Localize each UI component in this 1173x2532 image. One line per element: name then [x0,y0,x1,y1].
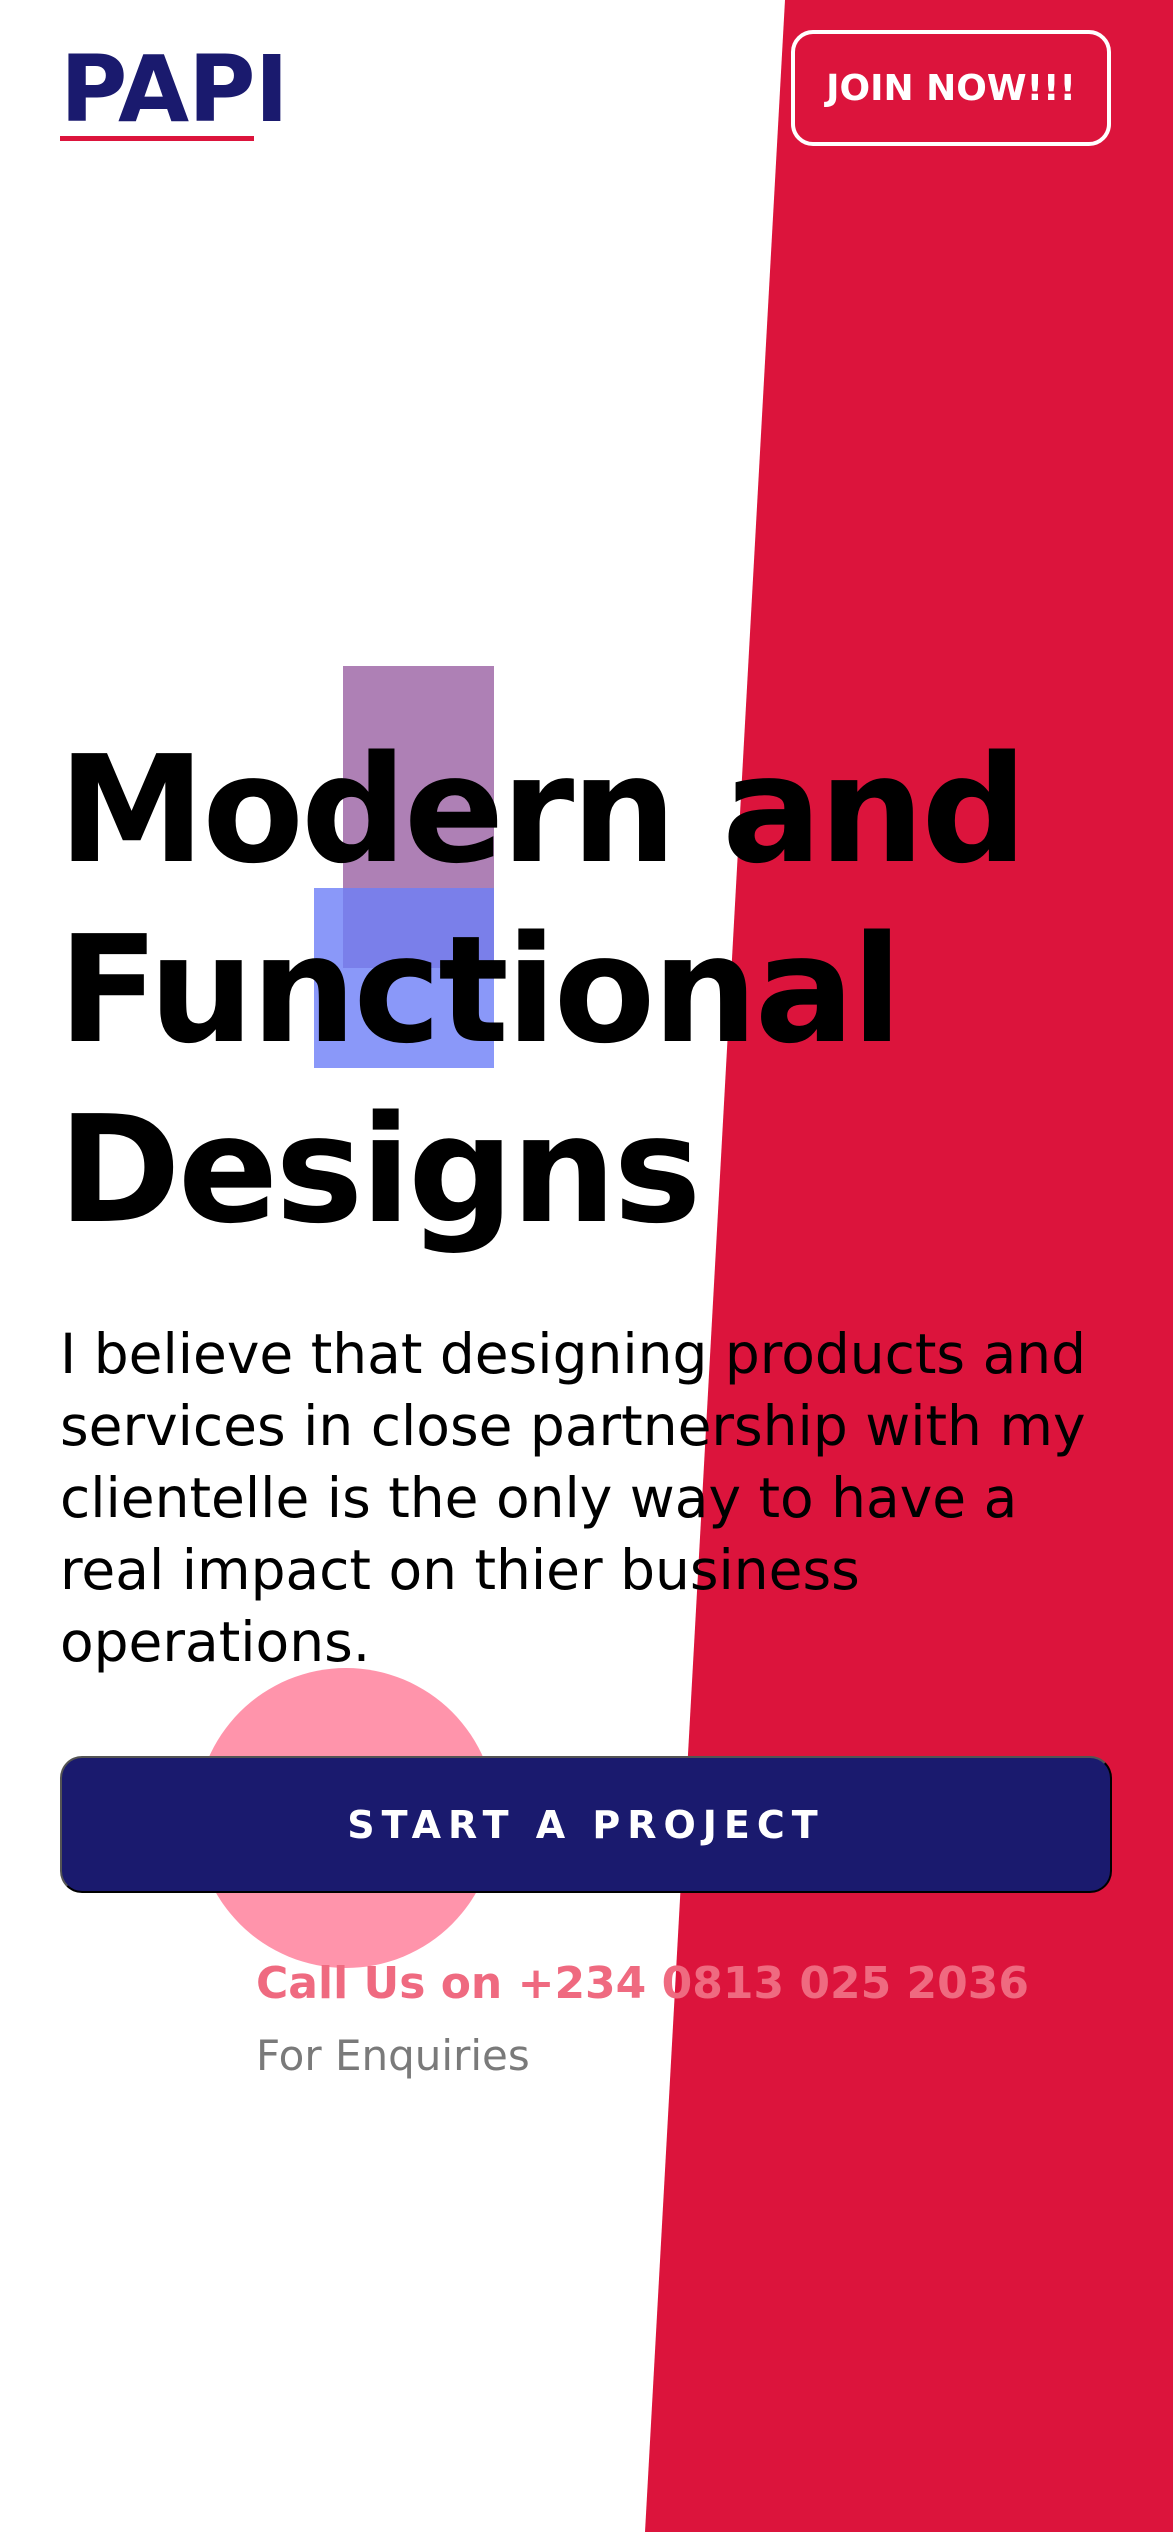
start-project-button[interactable]: START A PROJECT [60,1756,1112,1893]
join-now-button[interactable]: JOIN NOW!!! [791,30,1111,146]
red-diagonal-panel [645,0,1173,2532]
headline-line-1: Modern and [58,724,1027,896]
logo[interactable]: PAPI [60,40,289,140]
headline-line-3: Designs [58,1084,701,1256]
hero-headline: Modern and Functional Designs [58,720,1118,1260]
headline-line-2: Functional [58,904,902,1076]
enquiries-label: For Enquiries [256,2031,530,2080]
hero-description: I believe that designing products and se… [60,1322,1087,1674]
landing-page: PAPI JOIN NOW!!! Modern and Functional D… [0,0,1173,2532]
call-us-phone-link[interactable]: Call Us on +234 0813 025 2036 [256,1954,1029,2014]
logo-underline [60,136,254,141]
